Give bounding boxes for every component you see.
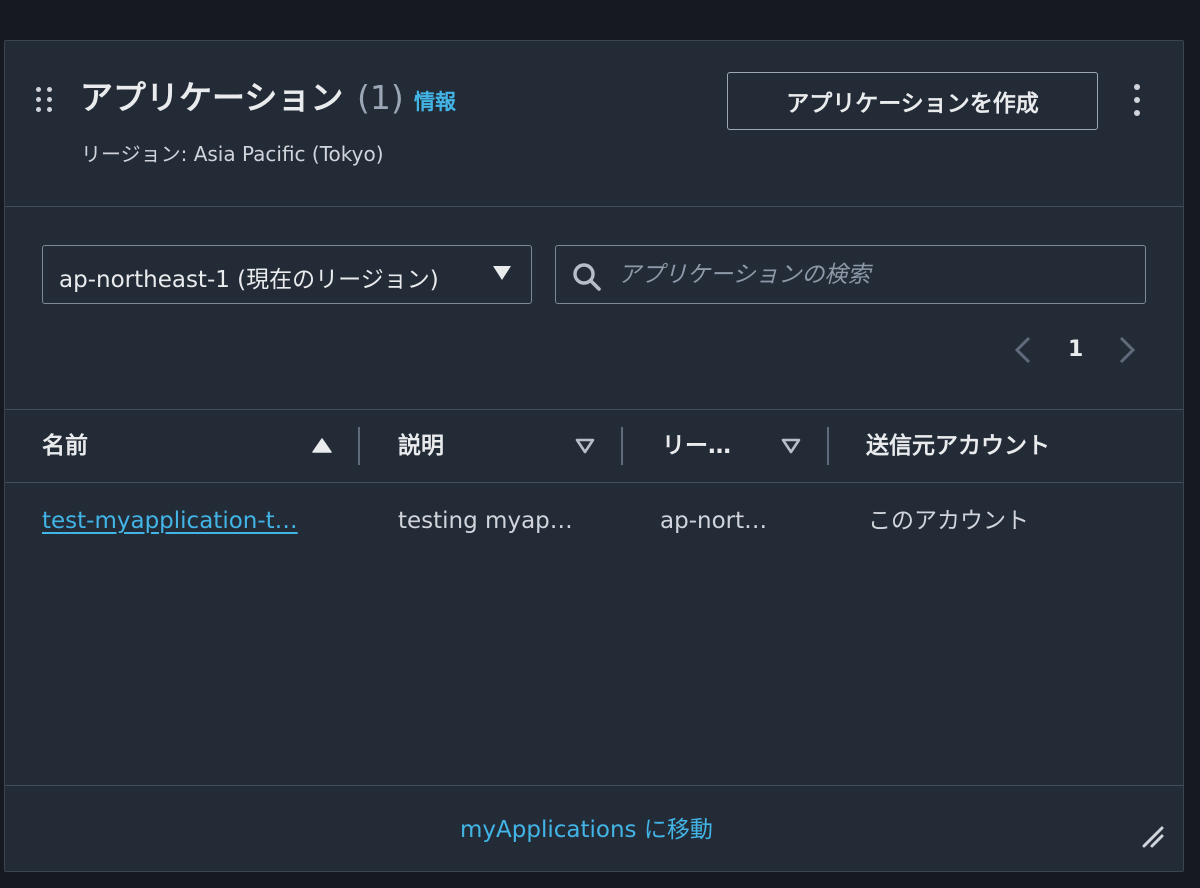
column-separator[interactable] bbox=[621, 427, 623, 465]
region-subtitle: リージョン: Asia Pacific (Tokyo) bbox=[81, 142, 384, 166]
search-icon bbox=[573, 263, 601, 291]
search-input[interactable] bbox=[616, 254, 1130, 296]
column-header-region[interactable]: リー… bbox=[662, 430, 731, 462]
column-header-description[interactable]: 説明 bbox=[398, 430, 444, 462]
drag-handle-icon[interactable] bbox=[36, 87, 54, 113]
footer-divider bbox=[5, 785, 1183, 786]
current-page-number[interactable]: 1 bbox=[1068, 336, 1083, 364]
chevron-down-icon bbox=[493, 266, 511, 280]
info-link[interactable]: 情報 bbox=[414, 87, 456, 117]
application-description: testing myap… bbox=[398, 508, 573, 534]
chevron-left-icon[interactable] bbox=[1013, 336, 1033, 364]
widget-title: アプリケーション bbox=[80, 78, 344, 117]
create-application-button[interactable]: アプリケーションを作成 bbox=[727, 72, 1098, 130]
sort-icon[interactable] bbox=[575, 437, 595, 455]
kebab-menu-icon[interactable] bbox=[1129, 84, 1145, 116]
column-separator[interactable] bbox=[358, 427, 360, 465]
column-header-source-account: 送信元アカウント bbox=[866, 433, 1050, 459]
application-source-account: このアカウント bbox=[868, 508, 1029, 534]
region-select-value: ap-northeast-1 (現在のリージョン) bbox=[59, 267, 439, 293]
sort-icon[interactable] bbox=[781, 437, 801, 455]
header-divider bbox=[5, 206, 1183, 207]
chevron-right-icon[interactable] bbox=[1117, 336, 1137, 364]
region-select[interactable]: ap-northeast-1 (現在のリージョン) bbox=[42, 245, 532, 304]
sort-ascending-icon[interactable] bbox=[312, 437, 332, 455]
application-region: ap-nort… bbox=[660, 508, 768, 534]
search-box[interactable] bbox=[555, 245, 1146, 304]
table-top-divider bbox=[5, 409, 1183, 410]
resize-handle-icon[interactable] bbox=[1140, 824, 1166, 850]
column-separator[interactable] bbox=[827, 427, 829, 465]
go-to-myapplications-link[interactable]: myApplications に移動 bbox=[460, 814, 713, 846]
table-header-divider bbox=[5, 482, 1183, 483]
column-header-name[interactable]: 名前 bbox=[42, 430, 88, 462]
application-name-link[interactable]: test-myapplication-t… bbox=[42, 505, 298, 537]
application-count: (1) bbox=[357, 78, 404, 117]
